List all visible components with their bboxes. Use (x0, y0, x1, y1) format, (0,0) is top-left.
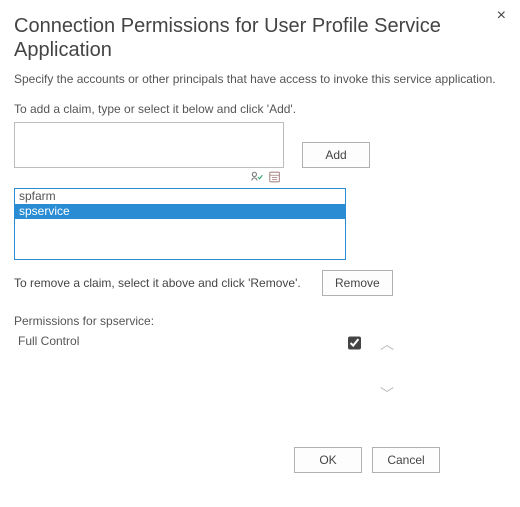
permissions-scrollbar[interactable]: ︿ ﹀ (380, 334, 394, 404)
add-row: Add (14, 122, 504, 184)
permissions-dialog: × Connection Permissions for User Profil… (0, 0, 520, 507)
permission-checkbox[interactable] (348, 336, 361, 350)
dialog-description: Specify the accounts or other principals… (14, 72, 504, 88)
browse-icon[interactable] (268, 170, 282, 184)
remove-button[interactable]: Remove (322, 270, 393, 296)
remove-row: To remove a claim, select it above and c… (14, 270, 504, 296)
permissions-label: Permissions for spservice: (14, 314, 504, 328)
cancel-button[interactable]: Cancel (372, 447, 440, 473)
permissions-area: Full Control ︿ ﹀ (14, 334, 394, 404)
claims-listbox[interactable]: spfarm spservice (14, 188, 346, 260)
claim-input-icons (14, 168, 284, 184)
chevron-up-icon[interactable]: ︿ (380, 334, 394, 354)
add-button[interactable]: Add (302, 142, 370, 168)
add-instruction: To add a claim, type or select it below … (14, 102, 504, 116)
claim-input-wrap (14, 122, 284, 184)
close-icon[interactable]: × (497, 8, 506, 24)
dialog-title: Connection Permissions for User Profile … (14, 14, 504, 62)
ok-button[interactable]: OK (294, 447, 362, 473)
permission-name: Full Control (14, 334, 344, 348)
list-item[interactable]: spservice (15, 204, 345, 219)
list-item[interactable]: spfarm (15, 189, 345, 204)
claim-input[interactable] (14, 122, 284, 168)
remove-instruction: To remove a claim, select it above and c… (14, 276, 304, 290)
dialog-footer: OK Cancel (294, 447, 440, 473)
chevron-down-icon[interactable]: ﹀ (380, 384, 394, 404)
check-names-icon[interactable] (250, 170, 264, 184)
